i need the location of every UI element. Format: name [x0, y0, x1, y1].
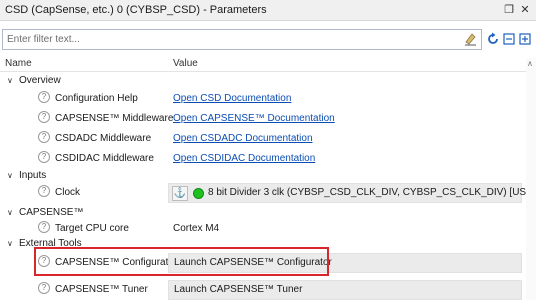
launch-capsense-tuner-button[interactable]: Launch CAPSENSE™ Tuner	[168, 280, 522, 300]
chevron-down-icon[interactable]: ∨	[7, 236, 19, 251]
open-capsense-documentation-link[interactable]: Open CAPSENSE™ Documentation	[173, 108, 335, 130]
eraser-icon[interactable]	[462, 31, 478, 47]
help-icon[interactable]: ?	[38, 185, 50, 198]
property-name: CAPSENSE™ Tuner	[55, 284, 148, 295]
panel-title: CSD (CapSense, etc.) 0 (CYBSP_CSD) - Par…	[5, 4, 267, 16]
section-capsense-label: CAPSENSE™	[19, 207, 84, 218]
highlight-box	[34, 247, 329, 276]
property-name: CSDADC Middleware	[55, 133, 152, 144]
help-icon[interactable]: ?	[38, 111, 50, 124]
collapse-all-icon[interactable]	[501, 31, 517, 47]
refresh-icon[interactable]	[485, 31, 501, 47]
help-icon[interactable]: ?	[38, 151, 50, 164]
section-inputs[interactable]: ∨ Inputs	[0, 168, 526, 183]
vertical-scrollbar[interactable]: ∧	[526, 58, 536, 300]
chevron-down-icon[interactable]: ∨	[7, 73, 19, 88]
help-icon[interactable]: ?	[38, 221, 50, 234]
property-name: Configuration Help	[55, 93, 138, 104]
property-name: Target CPU core	[55, 223, 129, 234]
open-csdidac-documentation-link[interactable]: Open CSDIDAC Documentation	[173, 148, 315, 170]
float-window-icon[interactable]: ❐	[502, 3, 516, 17]
link-icon[interactable]: ⚓	[172, 186, 188, 201]
property-name: CAPSENSE™ Middleware	[55, 113, 174, 124]
section-overview[interactable]: ∨ Overview	[0, 73, 526, 88]
section-overview-label: Overview	[19, 75, 61, 86]
launch-tuner-label: Launch CAPSENSE™ Tuner	[174, 284, 303, 295]
expand-all-icon[interactable]	[517, 31, 533, 47]
property-row-clock: ? Clock ⚓ 8 bit Divider 3 clk (CYBSP_CSD_…	[0, 182, 536, 204]
panel-titlebar: CSD (CapSense, etc.) 0 (CYBSP_CSD) - Par…	[0, 0, 536, 21]
property-row-csdadc-middleware: ? CSDADC Middleware Open CSDADC Documenta…	[0, 128, 526, 150]
column-name-header[interactable]: Name	[5, 58, 32, 69]
help-icon[interactable]: ?	[38, 91, 50, 104]
column-value-header[interactable]: Value	[173, 58, 198, 69]
property-row-capsense-tuner: ? CAPSENSE™ Tuner Launch CAPSENSE™ Tuner	[0, 279, 526, 300]
chevron-down-icon[interactable]: ∨	[7, 168, 19, 183]
close-icon[interactable]: ✕	[518, 3, 532, 17]
property-row-configuration-help: ? Configuration Help Open CSD Documentati…	[0, 88, 526, 110]
property-row-capsense-middleware: ? CAPSENSE™ Middleware Open CAPSENSE™ Doc…	[0, 108, 526, 130]
column-header: Name Value	[0, 58, 536, 72]
property-name: CSDIDAC Middleware	[55, 153, 154, 164]
property-row-csdidac-middleware: ? CSDIDAC Middleware Open CSDIDAC Documen…	[0, 148, 526, 170]
section-inputs-label: Inputs	[19, 170, 47, 181]
help-icon[interactable]: ?	[38, 282, 50, 295]
scroll-up-icon[interactable]: ∧	[527, 59, 533, 68]
clock-value-field[interactable]: ⚓ 8 bit Divider 3 clk (CYBSP_CSD_CLK_DIV…	[168, 183, 536, 203]
open-csdadc-documentation-link[interactable]: Open CSDADC Documentation	[173, 128, 313, 150]
property-name: Clock	[55, 187, 81, 198]
status-ok-icon	[193, 188, 204, 199]
help-icon[interactable]: ?	[38, 131, 50, 144]
filter-bar	[0, 29, 536, 51]
open-csd-documentation-link[interactable]: Open CSD Documentation	[173, 88, 291, 110]
filter-input[interactable]	[2, 29, 482, 50]
clock-value: 8 bit Divider 3 clk (CYBSP_CSD_CLK_DIV, …	[208, 187, 536, 198]
